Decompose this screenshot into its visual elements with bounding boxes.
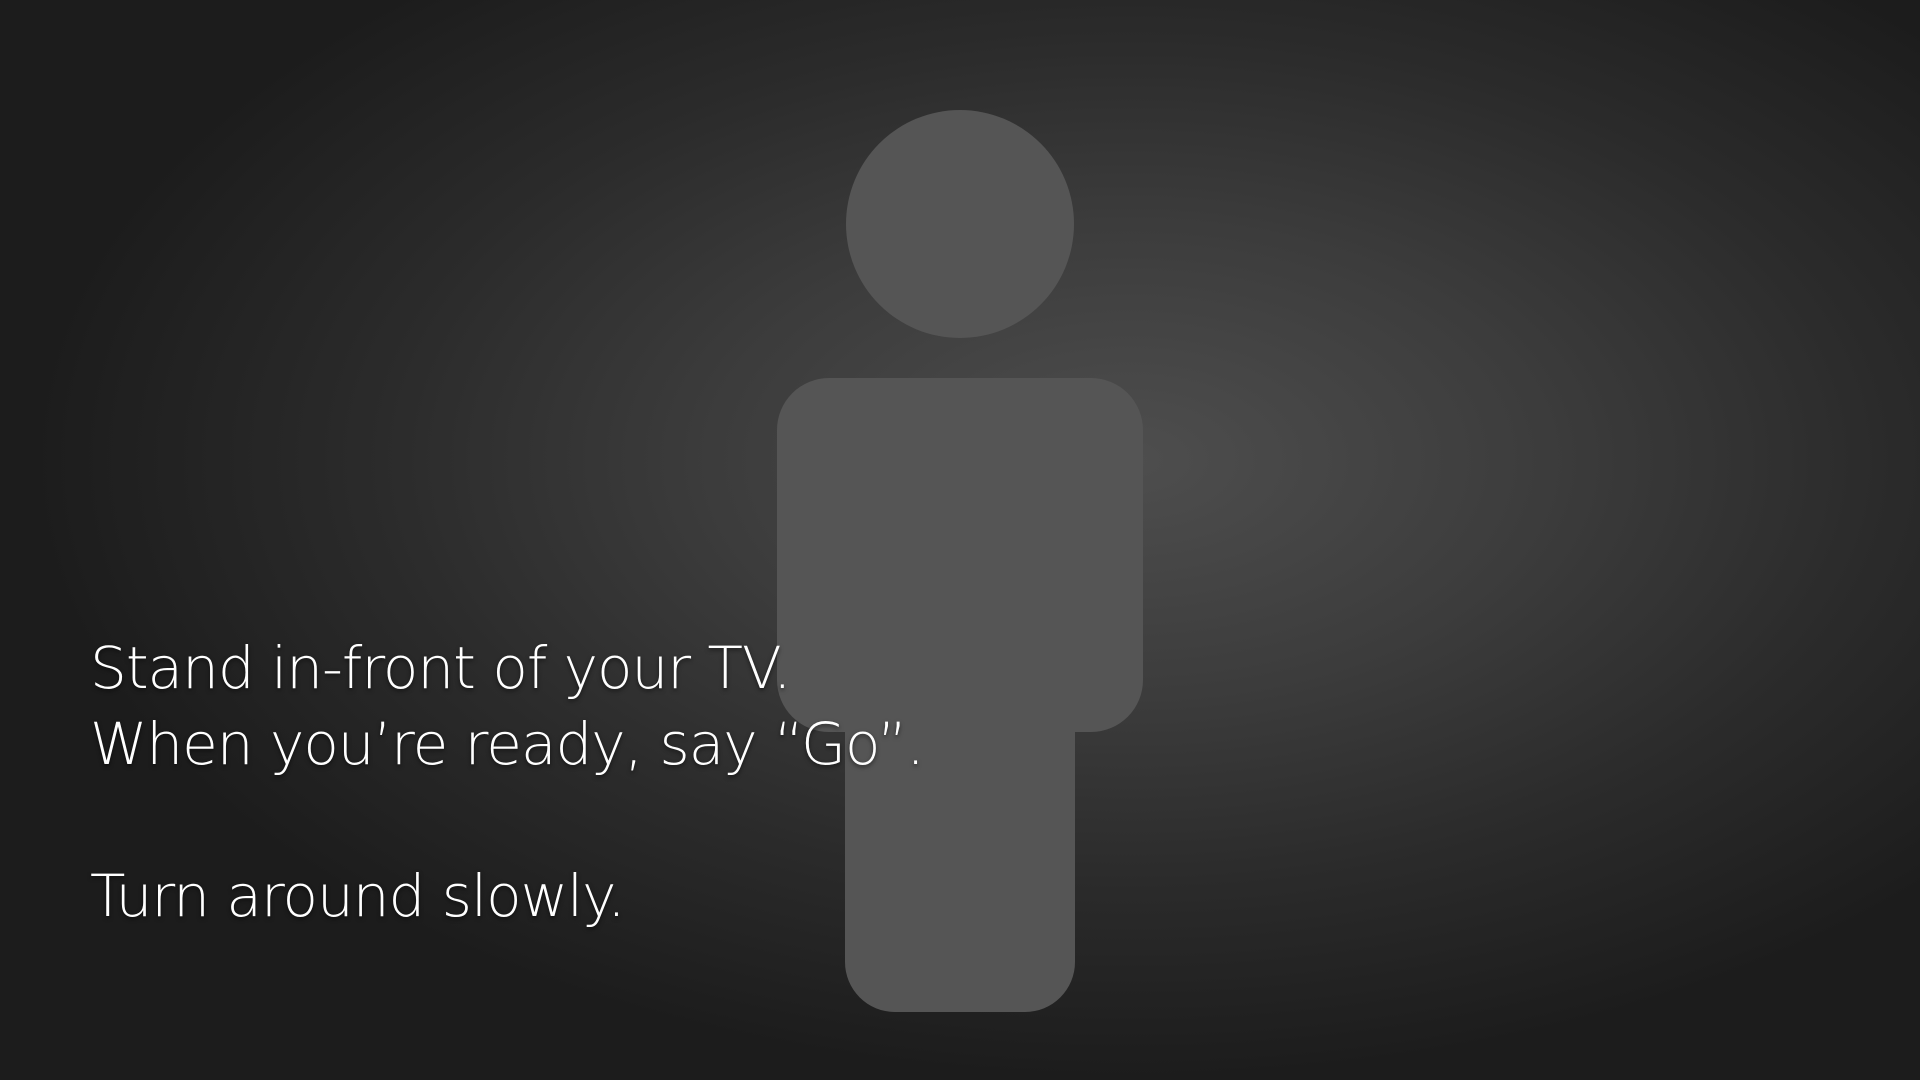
instruction-turn-around: Turn around slowly. [90,862,626,930]
figure-head [846,110,1074,338]
instruction-say-go: When you’re ready, say “Go”. [90,710,925,778]
gesture-setup-screen: Stand in-front of your TV. When you’re r… [0,0,1920,1080]
instruction-stand: Stand in-front of your TV. [90,634,792,702]
instruction-spacer [90,782,924,858]
instructions-text: Stand in-front of your TV. When you’re r… [90,630,925,934]
